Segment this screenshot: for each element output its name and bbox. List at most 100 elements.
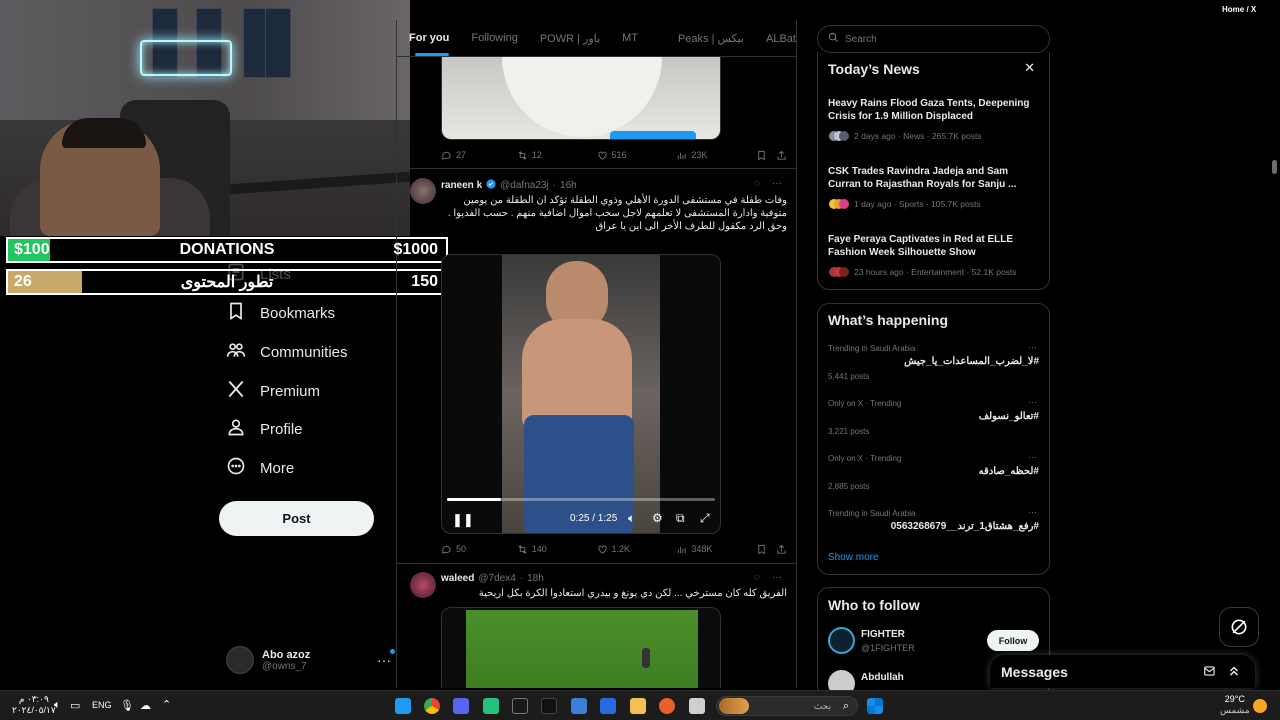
like-button[interactable]: 1.2K [597, 544, 677, 555]
more-dots-icon[interactable]: ··· [1028, 452, 1037, 462]
tweet-author[interactable]: waleed [441, 573, 474, 584]
mail-icon[interactable] [571, 698, 587, 714]
avatar[interactable] [410, 178, 436, 204]
news-item-title[interactable]: Heavy Rains Flood Gaza Tents, Deepening … [828, 97, 1038, 123]
tab-mt[interactable]: MT [622, 32, 638, 44]
bookmark-icon[interactable] [756, 544, 776, 555]
search-icon [828, 32, 839, 46]
tweet-video[interactable] [441, 607, 721, 688]
settings-icon[interactable]: ⚙︎ [652, 511, 663, 525]
chevron-up-icon[interactable]: ⌃ [162, 698, 171, 711]
trend-name[interactable]: #رفع_هشتاق1_ترند__0563268679 [891, 521, 1039, 532]
reply-button[interactable]: 50 [441, 544, 517, 555]
views-button[interactable]: 23K [676, 150, 756, 161]
reply-button[interactable]: 27 [441, 150, 517, 161]
avatar-stack-icon [829, 131, 849, 141]
tab-peaks[interactable]: Peaks | بيكس [678, 32, 744, 45]
picture-in-picture-icon[interactable]: ⧉ [676, 511, 685, 526]
avatar[interactable] [828, 627, 855, 654]
grok-icon[interactable]: ◌ [754, 178, 760, 189]
app-icon[interactable] [659, 698, 675, 714]
trend-name[interactable]: #لا_لضرب_المساعدات_يا_جيش [904, 356, 1039, 367]
follow-user-name[interactable]: FIGHTER [861, 629, 905, 640]
avatar[interactable] [410, 572, 436, 598]
repost-button[interactable]: 12 [517, 150, 597, 161]
app-icon[interactable] [483, 698, 499, 714]
nav-item-bookmarks[interactable]: Bookmarks [226, 299, 335, 327]
tab-following[interactable]: Following [471, 32, 517, 44]
tweet-time[interactable]: 18h [527, 573, 544, 584]
trend-name[interactable]: #لحظه_صادقه [979, 466, 1039, 477]
news-item-title[interactable]: Faye Peraya Captivates in Red at ELLE Fa… [828, 233, 1038, 259]
tab-albatabet[interactable]: ALBatabet | ب [766, 32, 796, 45]
avatar-stack-icon [829, 267, 849, 277]
volume-icon[interactable]: 🔈︎ [628, 511, 635, 526]
tweet-video[interactable]: ❚❚ 0:25 / 1:25 🔈︎ ⚙︎ ⧉ ⤢ [441, 254, 721, 534]
store-icon[interactable] [600, 698, 616, 714]
tweet-author[interactable]: raneen k [441, 180, 482, 191]
show-more-link[interactable]: Show more [828, 552, 879, 563]
app-icon[interactable] [512, 698, 528, 714]
views-button[interactable]: 348K [676, 544, 756, 555]
person-icon [226, 417, 246, 441]
trend-context: Only on X · Trending [828, 399, 902, 408]
nav-item-more[interactable]: More [226, 454, 294, 482]
speaker-icon[interactable]: 🔈︎ [54, 699, 61, 712]
post-button[interactable]: Post [219, 501, 374, 536]
x-app-icon[interactable] [395, 698, 411, 714]
tweet-time[interactable]: 16h [560, 180, 577, 191]
tweet-handle[interactable]: @7dex4 [478, 573, 515, 584]
video-scrubber[interactable] [447, 498, 715, 501]
share-icon[interactable] [776, 544, 787, 555]
more-dots-icon[interactable]: ··· [377, 652, 391, 668]
windows-start-icon[interactable] [867, 698, 883, 714]
nav-item-premium[interactable]: Premium [226, 377, 320, 405]
bookmark-icon[interactable] [756, 150, 776, 161]
more-dots-icon[interactable]: ··· [1028, 342, 1037, 352]
timeline[interactable]: For you Following POWR | باور MT Peaks |… [396, 20, 797, 688]
chrome-icon[interactable] [424, 698, 440, 714]
more-dots-icon[interactable]: ··· [772, 572, 782, 583]
network-icon[interactable]: ▭ [70, 699, 80, 712]
grok-icon[interactable]: ◌ [754, 572, 760, 583]
messages-drawer[interactable]: Messages [990, 655, 1255, 688]
trend-context: Trending in Saudi Arabia [828, 509, 916, 518]
expand-icon[interactable] [1227, 664, 1241, 681]
search-input[interactable]: Search [817, 25, 1050, 53]
follow-button[interactable]: Follow [987, 630, 1039, 651]
new-message-icon[interactable] [1203, 664, 1217, 681]
nav-item-profile[interactable]: Profile [226, 415, 303, 443]
video-frame [502, 255, 660, 533]
trend-name[interactable]: #تعالو_نسولف [979, 411, 1039, 422]
like-button[interactable]: 516 [597, 150, 677, 161]
app-icon[interactable] [689, 698, 705, 714]
account-switcher[interactable]: Abo azoz @owns_7 ··· [226, 642, 395, 678]
news-item-meta: 2 days ago · News · 265.7K posts [828, 130, 982, 142]
folder-icon[interactable] [630, 698, 646, 714]
more-dots-icon[interactable]: ··· [1028, 507, 1037, 517]
tweet-media-image[interactable] [441, 57, 721, 140]
tweet-handle[interactable]: @dafna23j [500, 180, 549, 191]
tab-powr[interactable]: POWR | باور [540, 32, 600, 45]
repost-button[interactable]: 140 [517, 544, 597, 555]
cloud-icon[interactable]: ☁︎ [140, 699, 151, 712]
language-indicator[interactable]: ENG [92, 700, 112, 710]
discord-icon[interactable] [453, 698, 469, 714]
more-dots-icon[interactable]: ··· [772, 178, 782, 189]
close-icon[interactable]: ✕ [1024, 60, 1035, 76]
more-dots-icon[interactable]: ··· [1028, 397, 1037, 407]
taskbar-clock[interactable]: ٠٣:٠٩ م ٢٠٢٤/٠٥/١٧ [12, 694, 56, 716]
nav-item-communities[interactable]: Communities [226, 338, 348, 366]
weather-widget[interactable]: 29°C مشمس [1220, 694, 1250, 716]
scrollbar-thumb[interactable] [1272, 160, 1277, 174]
share-icon[interactable] [776, 150, 787, 161]
taskbar-search[interactable]: بحث ⌕ [716, 696, 858, 716]
tab-for-you[interactable]: For you [409, 32, 450, 56]
pause-icon[interactable]: ❚❚ [452, 512, 474, 528]
grok-button[interactable] [1219, 607, 1259, 647]
news-item-title[interactable]: CSK Trades Ravindra Jadeja and Sam Curra… [828, 165, 1038, 191]
tiktok-icon[interactable] [541, 698, 557, 714]
follow-user-name[interactable]: Abdullah [861, 672, 904, 683]
microphone-icon[interactable]: 🎙︎ [120, 699, 134, 712]
fullscreen-icon[interactable]: ⤢ [700, 511, 710, 526]
